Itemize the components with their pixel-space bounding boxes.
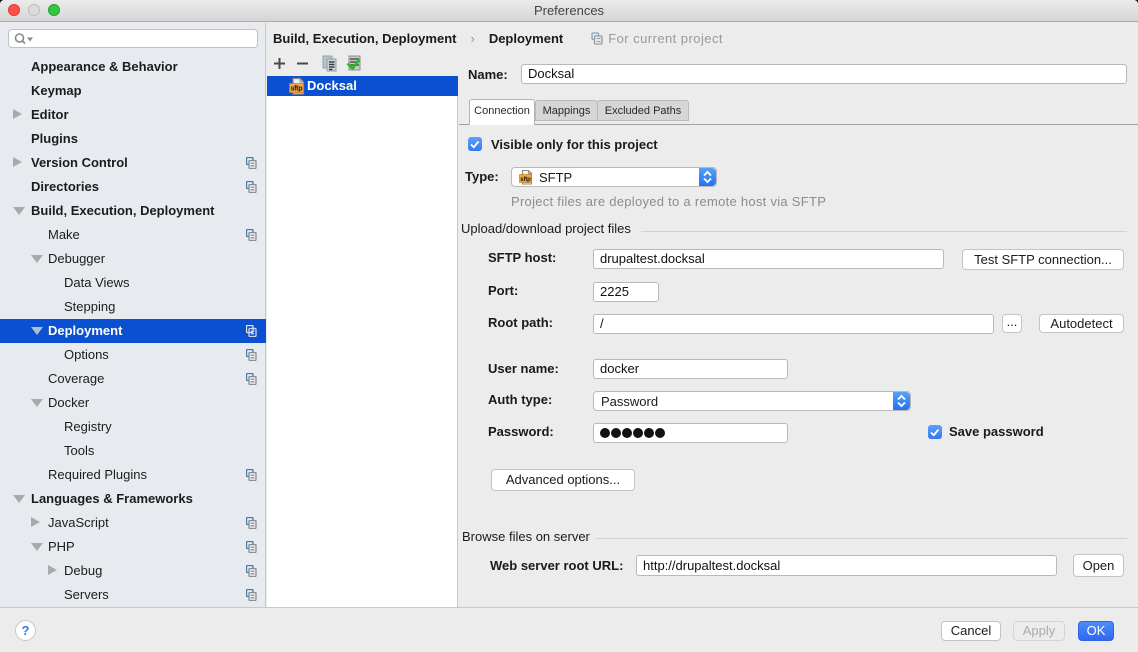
svg-text:sftp: sftp	[520, 177, 531, 183]
svg-text:sftp: sftp	[291, 86, 303, 93]
